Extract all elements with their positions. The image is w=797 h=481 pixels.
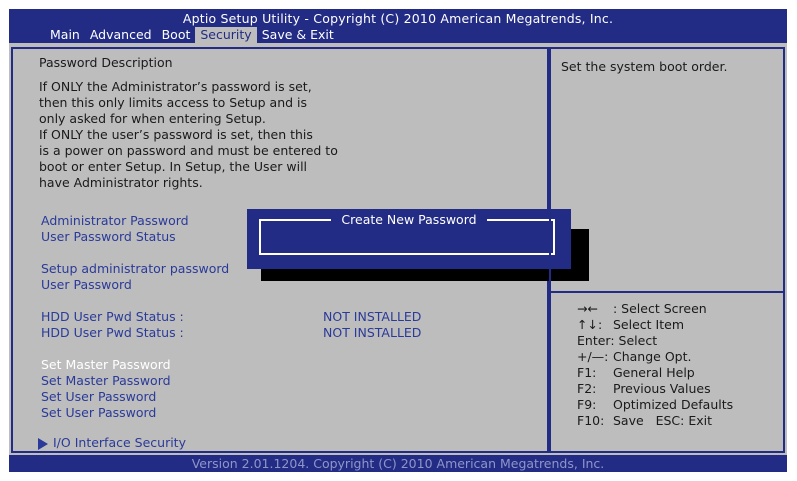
hdd-status-value: NOT INSTALLED xyxy=(323,325,422,340)
description-line: have Administrator rights. xyxy=(39,175,203,190)
key-desc: : Select Screen xyxy=(613,301,707,316)
footer-bar: Version 2.01.1204. Copyright (C) 2010 Am… xyxy=(9,455,787,472)
create-password-dialog: Create New Password xyxy=(247,209,571,269)
description-line: is a power on password and must be enter… xyxy=(39,143,338,158)
key-legend-row: ↑↓: Select Item xyxy=(577,317,733,333)
dialog-title: Create New Password xyxy=(331,212,487,227)
submenu-arrow-icon xyxy=(38,438,48,450)
header-bar: Aptio Setup Utility - Copyright (C) 2010… xyxy=(9,9,787,43)
description-line: If ONLY the user’s password is set, then… xyxy=(39,127,313,142)
bios-setup-screen: Aptio Setup Utility - Copyright (C) 2010… xyxy=(9,9,787,472)
arrows-up-down-icon: ↑↓: xyxy=(577,317,603,332)
key-label: F1: xyxy=(577,365,597,380)
admin-password-label: Administrator Password xyxy=(41,213,189,228)
hdd-status-label: HDD User Pwd Status : xyxy=(41,325,184,340)
dialog-title-wrap: Create New Password xyxy=(247,209,571,228)
key-desc: Optimized Defaults xyxy=(613,397,734,412)
version-footer: Version 2.01.1204. Copyright (C) 2010 Am… xyxy=(191,456,605,471)
set-master-password-item-selected[interactable]: Set Master Password xyxy=(41,357,171,373)
key-legend-row: F1: General Help xyxy=(577,365,733,381)
key-legend-row: F2: Previous Values xyxy=(577,381,733,397)
password-description: If ONLY the Administrator’s password is … xyxy=(39,79,338,191)
tab-bar: Main Advanced Boot Security Save & Exit xyxy=(45,27,339,43)
description-line: If ONLY the Administrator’s password is … xyxy=(39,79,312,94)
user-password-status-label: User Password Status xyxy=(41,229,176,244)
app-title: Aptio Setup Utility - Copyright (C) 2010… xyxy=(182,11,614,26)
tab-main[interactable]: Main xyxy=(45,27,85,43)
key-desc: Change Opt. xyxy=(613,349,692,364)
key-label: +/—: xyxy=(577,349,609,364)
tab-advanced[interactable]: Advanced xyxy=(85,27,157,43)
description-line: only asked for when entering Setup. xyxy=(39,111,266,126)
set-user-password-item[interactable]: Set User Password xyxy=(41,405,156,421)
key-desc: Save ESC: Exit xyxy=(613,413,713,428)
key-label: F9: xyxy=(577,397,597,412)
key-legend-row: F9: Optimized Defaults xyxy=(577,397,733,413)
key-legend-row: F10: Save ESC: Exit xyxy=(577,413,733,429)
hdd-status-label: HDD User Pwd Status : xyxy=(41,309,184,324)
set-user-password-item[interactable]: Set User Password xyxy=(41,389,156,405)
section-title: Password Description xyxy=(39,55,173,70)
key-desc: Previous Values xyxy=(613,381,711,396)
key-desc: Select Item xyxy=(613,317,684,332)
key-legend-row: →← : Select Screen xyxy=(577,301,733,317)
description-line: boot or enter Setup. In Setup, the User … xyxy=(39,159,308,174)
arrows-left-right-icon: →← xyxy=(577,301,598,316)
user-password-item[interactable]: User Password xyxy=(41,277,132,293)
hdd-status-value: NOT INSTALLED xyxy=(323,309,422,324)
key-legend-row: +/—: Change Opt. xyxy=(577,349,733,365)
key-desc: Select xyxy=(618,333,658,348)
tab-save-exit[interactable]: Save & Exit xyxy=(257,27,339,43)
key-label: Enter: xyxy=(577,333,615,348)
help-divider xyxy=(551,291,783,293)
key-desc: General Help xyxy=(613,365,695,380)
setup-admin-password-item[interactable]: Setup administrator password xyxy=(41,261,229,277)
settings-pane: Password Description If ONLY the Adminis… xyxy=(11,47,589,453)
help-text: Set the system boot order. xyxy=(561,59,728,74)
key-label: F10: xyxy=(577,413,605,428)
key-label: F2: xyxy=(577,381,597,396)
tab-boot[interactable]: Boot xyxy=(157,27,196,43)
io-interface-security-item[interactable]: I/O Interface Security xyxy=(53,435,186,451)
tab-security[interactable]: Security xyxy=(195,27,257,43)
help-pane: Set the system boot order. →← : Select S… xyxy=(549,47,785,453)
description-line: then this only limits access to Setup an… xyxy=(39,95,308,110)
set-master-password-item[interactable]: Set Master Password xyxy=(41,373,171,389)
key-legend-row: Enter: Select xyxy=(577,333,733,349)
key-legend: →← : Select Screen ↑↓: Select Item Enter… xyxy=(577,301,733,429)
